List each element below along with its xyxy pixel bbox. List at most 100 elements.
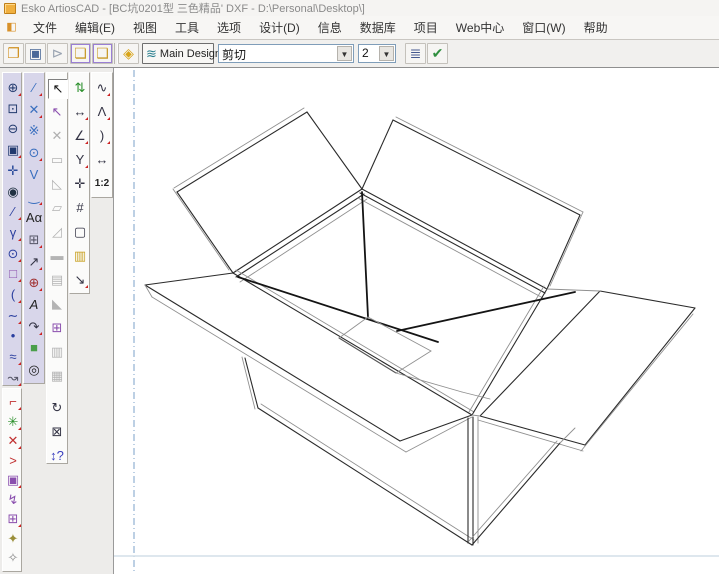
measure-angle-icon[interactable]: ⊠ [48, 423, 66, 441]
chevron-down-icon[interactable]: ▼ [379, 46, 394, 61]
arc-tool-icon[interactable]: γ [4, 224, 22, 242]
multi-cross-icon[interactable]: ※ [25, 122, 43, 140]
artioscad-window: Esko ArtiosCAD - [BC坑0201型 三色精品' DXF - D… [0, 0, 719, 574]
pointsize-combo[interactable]: 2 ▼ [358, 44, 396, 63]
curve-tool-icon[interactable]: ∼ [4, 307, 22, 325]
polyline-icon[interactable]: Λ [93, 103, 111, 121]
mirror-icon[interactable]: ▬ [48, 247, 66, 265]
deselect-icon[interactable]: ✕ [48, 127, 66, 145]
convert-to-3d-icon[interactable]: ◈ [118, 43, 139, 64]
curve-dim-icon[interactable]: Υ [71, 151, 89, 169]
menu-item-9[interactable]: Web中心 [447, 17, 513, 38]
nick-icon[interactable]: ✧ [4, 549, 22, 567]
main-design-button[interactable]: ≋ Main Design [142, 43, 214, 64]
group-select-icon[interactable]: ↖ [48, 103, 66, 121]
pan-icon[interactable]: ✛ [4, 162, 22, 180]
array-icon[interactable]: ▤ [48, 271, 66, 289]
extend-tool-icon[interactable]: ↝ [4, 369, 22, 387]
add-dim-icon[interactable]: ✛ [71, 175, 89, 193]
rotate-view-icon[interactable]: ↻ [48, 399, 66, 417]
divide-dim-icon[interactable]: # [71, 199, 89, 217]
fillet-tool-icon[interactable]: ⌐ [4, 393, 22, 411]
copy-icon[interactable]: ◺ [48, 175, 66, 193]
direction-icon[interactable]: > [4, 452, 22, 470]
hatch-icon[interactable]: ▦ [48, 367, 66, 385]
menu-item-2[interactable]: 视图 [124, 17, 166, 38]
tack-bridge-icon[interactable]: ✦ [4, 530, 22, 548]
linetype-combo[interactable]: 剪切 ▼ [218, 44, 354, 63]
sequence-icon[interactable]: ↯ [4, 491, 22, 509]
counter-icon[interactable]: ◎ [25, 361, 43, 379]
explode-icon[interactable]: ✳ [4, 413, 22, 431]
text-curve-icon[interactable]: ↷ [25, 318, 43, 336]
menu-item-3[interactable]: 工具 [166, 17, 208, 38]
node-edit-icon[interactable]: • [4, 327, 22, 345]
window-title: Esko ArtiosCAD - [BC坑0201型 三色精品' DXF - D… [21, 0, 365, 16]
export-icon[interactable]: ⊳ [47, 43, 68, 64]
center-circle-icon[interactable]: ⊙ [25, 144, 43, 162]
zoom-fit-icon[interactable]: ▣ [4, 141, 22, 159]
new-from-template-icon[interactable]: ❏ [70, 43, 91, 64]
drawing-canvas[interactable] [114, 68, 719, 574]
registration-icon[interactable]: ⊕ [25, 274, 43, 292]
line-tool-icon[interactable]: ∕ [4, 203, 22, 221]
bridge-icon[interactable]: ⊞ [4, 510, 22, 528]
scale-icon[interactable]: ◣ [48, 295, 66, 313]
dimension-icon[interactable]: ⊞ [25, 231, 43, 249]
cross-check-icon[interactable]: ✕ [25, 101, 43, 119]
open-file-icon[interactable]: ❐ [3, 43, 24, 64]
chevron-down-icon[interactable]: ▼ [337, 46, 352, 61]
stretch-icon[interactable]: ↔ [93, 151, 111, 169]
arc-d-icon[interactable]: ) [93, 127, 111, 145]
design-checker-icon[interactable]: ✔ [427, 43, 448, 64]
arc-3pt-tool-icon[interactable]: ( [4, 286, 22, 304]
rebuild-design-icon[interactable]: ❑ [92, 43, 113, 64]
main-toolbar: ❐▣⊳❏❑◈ ≣✔ ≋ Main Design 剪切 ▼ 2 ▼ [0, 40, 719, 68]
select-icon[interactable]: ↖ [48, 79, 68, 99]
frame-dim-icon[interactable]: ▢ [71, 223, 89, 241]
highlight-dim-icon[interactable]: ▥ [71, 247, 89, 265]
palette-strip-select-tools: ↖ ↖ ✕ ▭ ◺ ▱ ◿ ▬ ▤ ◣ ⊞ ▥ ▦ ↻ ⊠ ↕? [46, 72, 68, 464]
rect-tool-icon[interactable]: □ [4, 265, 22, 283]
diagonal-dim-icon[interactable]: ↘ [71, 271, 89, 289]
zoom-in-icon[interactable]: ⊕ [4, 79, 22, 97]
zoom-out-icon[interactable]: ⊖ [4, 120, 22, 138]
text-tool-icon[interactable]: Aα [25, 209, 43, 227]
vee-icon[interactable]: V [25, 166, 43, 184]
menu-item-1[interactable]: 编辑(E) [66, 17, 124, 38]
measure-line-icon[interactable]: ∕ [25, 79, 43, 97]
menu-item-6[interactable]: 信息 [309, 17, 351, 38]
save-icon[interactable]: ▣ [25, 43, 46, 64]
menu-item-11[interactable]: 帮助 [575, 17, 617, 38]
move-to-layer-icon[interactable]: ▭ [48, 151, 66, 169]
angle-dim-icon[interactable]: ∠ [71, 127, 89, 145]
menu-item-0[interactable]: 文件 [24, 17, 66, 38]
menu-item-4[interactable]: 选项 [208, 17, 250, 38]
pattern-icon[interactable]: ▥ [48, 343, 66, 361]
delete-icon[interactable]: ✕ [4, 432, 22, 450]
wave-tool-icon[interactable]: ≈ [4, 348, 22, 366]
menu-item-10[interactable]: 窗口(W) [513, 17, 574, 38]
freehand-curve-icon[interactable]: ∿ [93, 79, 111, 97]
app-icon [4, 3, 16, 14]
arrow-tool-icon[interactable]: ↗ [25, 253, 43, 271]
curve-probe-icon[interactable]: ‿ [25, 188, 43, 206]
rotate-icon[interactable]: ◿ [48, 223, 66, 241]
adjust-arrows-icon[interactable]: ⇅ [71, 79, 89, 97]
menu-item-5[interactable]: 设计(D) [250, 17, 309, 38]
zoom-window-icon[interactable]: ⊡ [4, 100, 22, 118]
italic-text-icon[interactable]: A [25, 296, 43, 314]
layer-properties-icon[interactable]: ≣ [405, 43, 426, 64]
query-icon[interactable]: ↕? [48, 447, 66, 465]
scale-indicator[interactable]: 1:2 [93, 175, 111, 193]
bridge-grid-icon[interactable]: ⊞ [48, 319, 66, 337]
view-mode-icon[interactable]: ◉ [4, 183, 22, 201]
paste-icon[interactable]: ▱ [48, 199, 66, 217]
menu-item-7[interactable]: 数据库 [351, 17, 405, 38]
menu-item-8[interactable]: 项目 [405, 17, 447, 38]
move-copy-icon[interactable]: ▣ [4, 471, 22, 489]
fill-color-icon[interactable]: ■ [25, 339, 43, 357]
palette-strip-dimension-tools: ⇅ ↔ ∠ Υ ✛ # ▢ ▥ ↘ [69, 72, 90, 294]
circle-tool-icon[interactable]: ⊙ [4, 245, 22, 263]
horizontal-dim-icon[interactable]: ↔ [71, 103, 89, 121]
